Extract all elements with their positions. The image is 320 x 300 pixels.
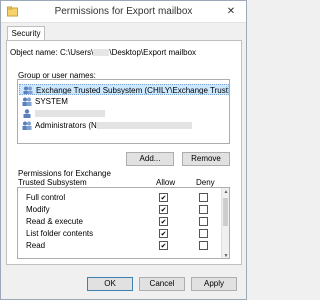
redacted-text <box>35 110 105 118</box>
scrollbar[interactable]: ▲ ▼ <box>221 188 229 258</box>
list-item[interactable]: SYSTEM <box>19 96 229 107</box>
permissions-dialog: Permissions for Export mailbox ✕ Securit… <box>0 0 247 300</box>
object-path-prefix: C:\Users\ <box>60 48 94 57</box>
window-title: Permissions for Export mailbox <box>54 6 193 17</box>
tab-security[interactable]: Security <box>7 26 45 41</box>
table-row: Modify <box>26 204 226 215</box>
allow-checkbox[interactable] <box>159 205 168 214</box>
deny-checkbox[interactable] <box>199 193 208 202</box>
object-name-label: Object name: <box>10 48 58 57</box>
user-name <box>35 109 105 118</box>
user-name: SYSTEM <box>35 97 68 106</box>
allow-column-header: Allow <box>156 178 176 187</box>
permission-name: Read <box>26 241 46 250</box>
permission-name: List folder contents <box>26 229 94 238</box>
list-item[interactable] <box>19 108 229 119</box>
permission-name: Read & execute <box>26 217 83 226</box>
list-item[interactable]: Administrators (N <box>19 120 229 131</box>
deny-checkbox[interactable] <box>199 217 208 226</box>
allow-checkbox[interactable] <box>159 193 168 202</box>
deny-checkbox[interactable] <box>199 229 208 238</box>
table-row: List folder contents <box>26 228 226 239</box>
deny-checkbox[interactable] <box>199 241 208 250</box>
cancel-button[interactable]: Cancel <box>139 277 185 291</box>
group-icon <box>23 86 33 94</box>
table-row: Read & execute <box>26 216 226 227</box>
object-path-suffix: \Desktop\Export mailbox <box>109 48 197 57</box>
scroll-up-icon[interactable]: ▲ <box>222 188 229 196</box>
deny-checkbox[interactable] <box>199 205 208 214</box>
table-row: Read <box>26 240 226 251</box>
object-name-value: C:\Users\ \Desktop\Export mailbox <box>60 48 196 57</box>
scroll-down-icon[interactable]: ▼ <box>222 252 229 258</box>
redacted-text <box>96 122 192 130</box>
allow-checkbox[interactable] <box>159 229 168 238</box>
scrollbar-thumb[interactable] <box>223 198 228 226</box>
permission-name: Full control <box>26 193 66 202</box>
permission-name: Modify <box>26 205 50 214</box>
user-name: Exchange Trusted Subsystem (CHILY\Exchan… <box>36 86 228 95</box>
add-button[interactable]: Add... <box>126 152 174 166</box>
permissions-list: Full control Modify Read & execute List … <box>17 187 230 259</box>
users-list[interactable]: Exchange Trusted Subsystem (CHILY\Exchan… <box>17 79 230 144</box>
table-row: Full control <box>26 192 226 203</box>
group-icon <box>22 97 32 106</box>
list-item[interactable]: Exchange Trusted Subsystem (CHILY\Exchan… <box>19 84 229 95</box>
group-icon <box>22 121 32 130</box>
ok-button[interactable]: OK <box>87 277 133 291</box>
permissions-title: Permissions for Exchange Trusted Subsyst… <box>18 169 111 187</box>
allow-checkbox[interactable] <box>159 217 168 226</box>
user-icon <box>23 109 31 118</box>
user-name: Administrators (N <box>35 121 192 130</box>
deny-column-header: Deny <box>196 178 215 187</box>
title-bar: Permissions for Export mailbox ✕ <box>1 1 246 23</box>
remove-button[interactable]: Remove <box>182 152 230 166</box>
close-button[interactable]: ✕ <box>220 4 242 19</box>
allow-checkbox[interactable] <box>159 241 168 250</box>
redacted-text <box>93 49 110 57</box>
apply-button[interactable]: Apply <box>191 277 237 291</box>
